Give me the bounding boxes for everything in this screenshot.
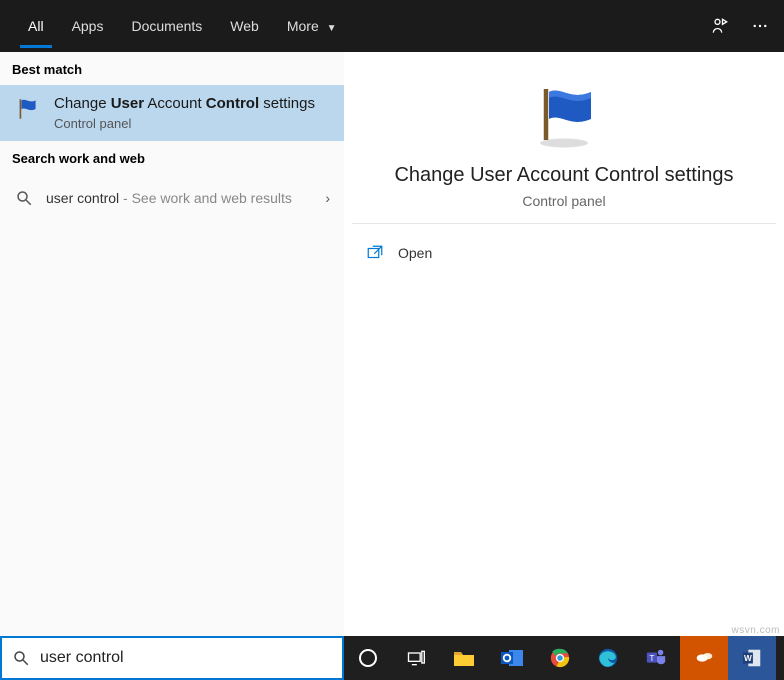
tab-documents[interactable]: Documents: [117, 4, 216, 48]
watermark: wsvn.com: [732, 625, 780, 636]
preview-actions: Open: [344, 224, 784, 282]
best-match-result[interactable]: Change User Account Control settings Con…: [0, 85, 344, 141]
chevron-right-icon: ›: [325, 190, 330, 206]
topbar-right: [710, 16, 770, 36]
taskbar: T W: [0, 636, 784, 680]
search-icon: [12, 649, 30, 667]
feedback-icon[interactable]: [710, 16, 730, 36]
tab-apps[interactable]: Apps: [58, 4, 118, 48]
tab-more-label: More: [287, 18, 319, 34]
uac-flag-icon: [14, 95, 42, 123]
edge-icon[interactable]: [584, 636, 632, 680]
bm-mid: Account: [144, 95, 206, 112]
task-view-icon[interactable]: [392, 636, 440, 680]
tab-more[interactable]: More ▼: [273, 4, 351, 48]
preview-card: Change User Account Control settings Con…: [352, 60, 776, 224]
best-match-title: Change User Account Control settings: [54, 95, 315, 112]
svg-text:T: T: [649, 654, 654, 663]
tab-web[interactable]: Web: [216, 4, 273, 48]
web-result-text: user control - See work and web results: [46, 190, 292, 206]
uac-flag-icon-large: [528, 80, 600, 152]
outlook-icon[interactable]: [488, 636, 536, 680]
cortana-icon[interactable]: [344, 636, 392, 680]
preview-column: Change User Account Control settings Con…: [344, 52, 784, 636]
best-match-header: Best match: [0, 52, 344, 85]
web-suffix: - See work and web results: [119, 190, 292, 206]
open-label: Open: [398, 245, 432, 261]
search-box[interactable]: [0, 636, 344, 680]
tab-all[interactable]: All: [14, 4, 58, 48]
bm-b2: Control: [206, 95, 259, 112]
search-icon: [14, 188, 34, 208]
file-explorer-icon[interactable]: [440, 636, 488, 680]
app-icon-orange[interactable]: [680, 636, 728, 680]
bm-pre: Change: [54, 95, 111, 112]
best-match-text: Change User Account Control settings Con…: [54, 95, 315, 131]
best-match-sub: Control panel: [54, 116, 315, 131]
open-action[interactable]: Open: [362, 234, 766, 272]
teams-icon[interactable]: T: [632, 636, 680, 680]
web-search-result[interactable]: user control - See work and web results …: [0, 174, 344, 222]
search-body: Best match Change User Account Control s…: [0, 52, 784, 636]
bm-post: settings: [259, 95, 315, 112]
bm-b1: User: [111, 95, 144, 112]
filter-tabs: All Apps Documents Web More ▼: [14, 4, 351, 48]
search-filter-bar: All Apps Documents Web More ▼: [0, 0, 784, 52]
open-icon: [366, 244, 384, 262]
preview-sub: Control panel: [522, 193, 605, 209]
preview-title: Change User Account Control settings: [394, 164, 733, 187]
more-options-icon[interactable]: [750, 16, 770, 36]
chevron-down-icon: ▼: [327, 23, 337, 34]
chrome-icon[interactable]: [536, 636, 584, 680]
work-web-header: Search work and web: [0, 141, 344, 174]
web-query: user control: [46, 190, 119, 206]
results-column: Best match Change User Account Control s…: [0, 52, 344, 636]
svg-text:W: W: [744, 654, 752, 663]
search-input[interactable]: [40, 649, 332, 667]
taskbar-icons: T W: [344, 636, 776, 680]
word-icon[interactable]: W: [728, 636, 776, 680]
